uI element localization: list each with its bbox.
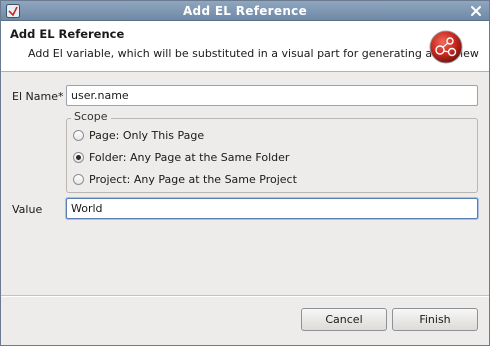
el-name-field[interactable] xyxy=(66,85,478,106)
banner-description: Add El variable, which will be substitut… xyxy=(28,47,479,60)
cancel-button[interactable]: Cancel xyxy=(301,308,387,331)
scope-option-folder[interactable]: Folder: Any Page at the Same Folder xyxy=(73,149,289,165)
banner-title: Add EL Reference xyxy=(10,27,125,41)
scope-option-label: Folder: Any Page at the Same Folder xyxy=(89,150,290,164)
header-banner: Add EL Reference Add El variable, which … xyxy=(1,21,489,72)
scope-option-project[interactable]: Project: Any Page at the Same Project xyxy=(73,171,297,187)
el-name-label: El Name* xyxy=(12,90,64,103)
window-title: Add EL Reference xyxy=(182,4,308,18)
radio-button-project[interactable] xyxy=(73,173,84,185)
title-bar[interactable]: Add EL Reference xyxy=(1,1,489,21)
scope-option-label: Project: Any Page at the Same Project xyxy=(89,172,297,186)
close-icon[interactable] xyxy=(468,3,484,19)
scope-legend: Scope xyxy=(71,110,111,123)
value-field[interactable] xyxy=(66,198,478,219)
radio-button-folder[interactable] xyxy=(73,151,84,163)
el-reference-logo-icon xyxy=(429,30,463,64)
finish-button[interactable]: Finish xyxy=(392,308,478,331)
button-bar-separator xyxy=(1,295,489,297)
dialog-window: Add EL Reference Add EL Reference Add El… xyxy=(0,0,490,346)
scope-option-page[interactable]: Page: Only This Page xyxy=(73,127,204,143)
value-label: Value xyxy=(12,203,43,216)
radio-button-page[interactable] xyxy=(73,129,84,141)
scope-option-label: Page: Only This Page xyxy=(89,128,205,142)
